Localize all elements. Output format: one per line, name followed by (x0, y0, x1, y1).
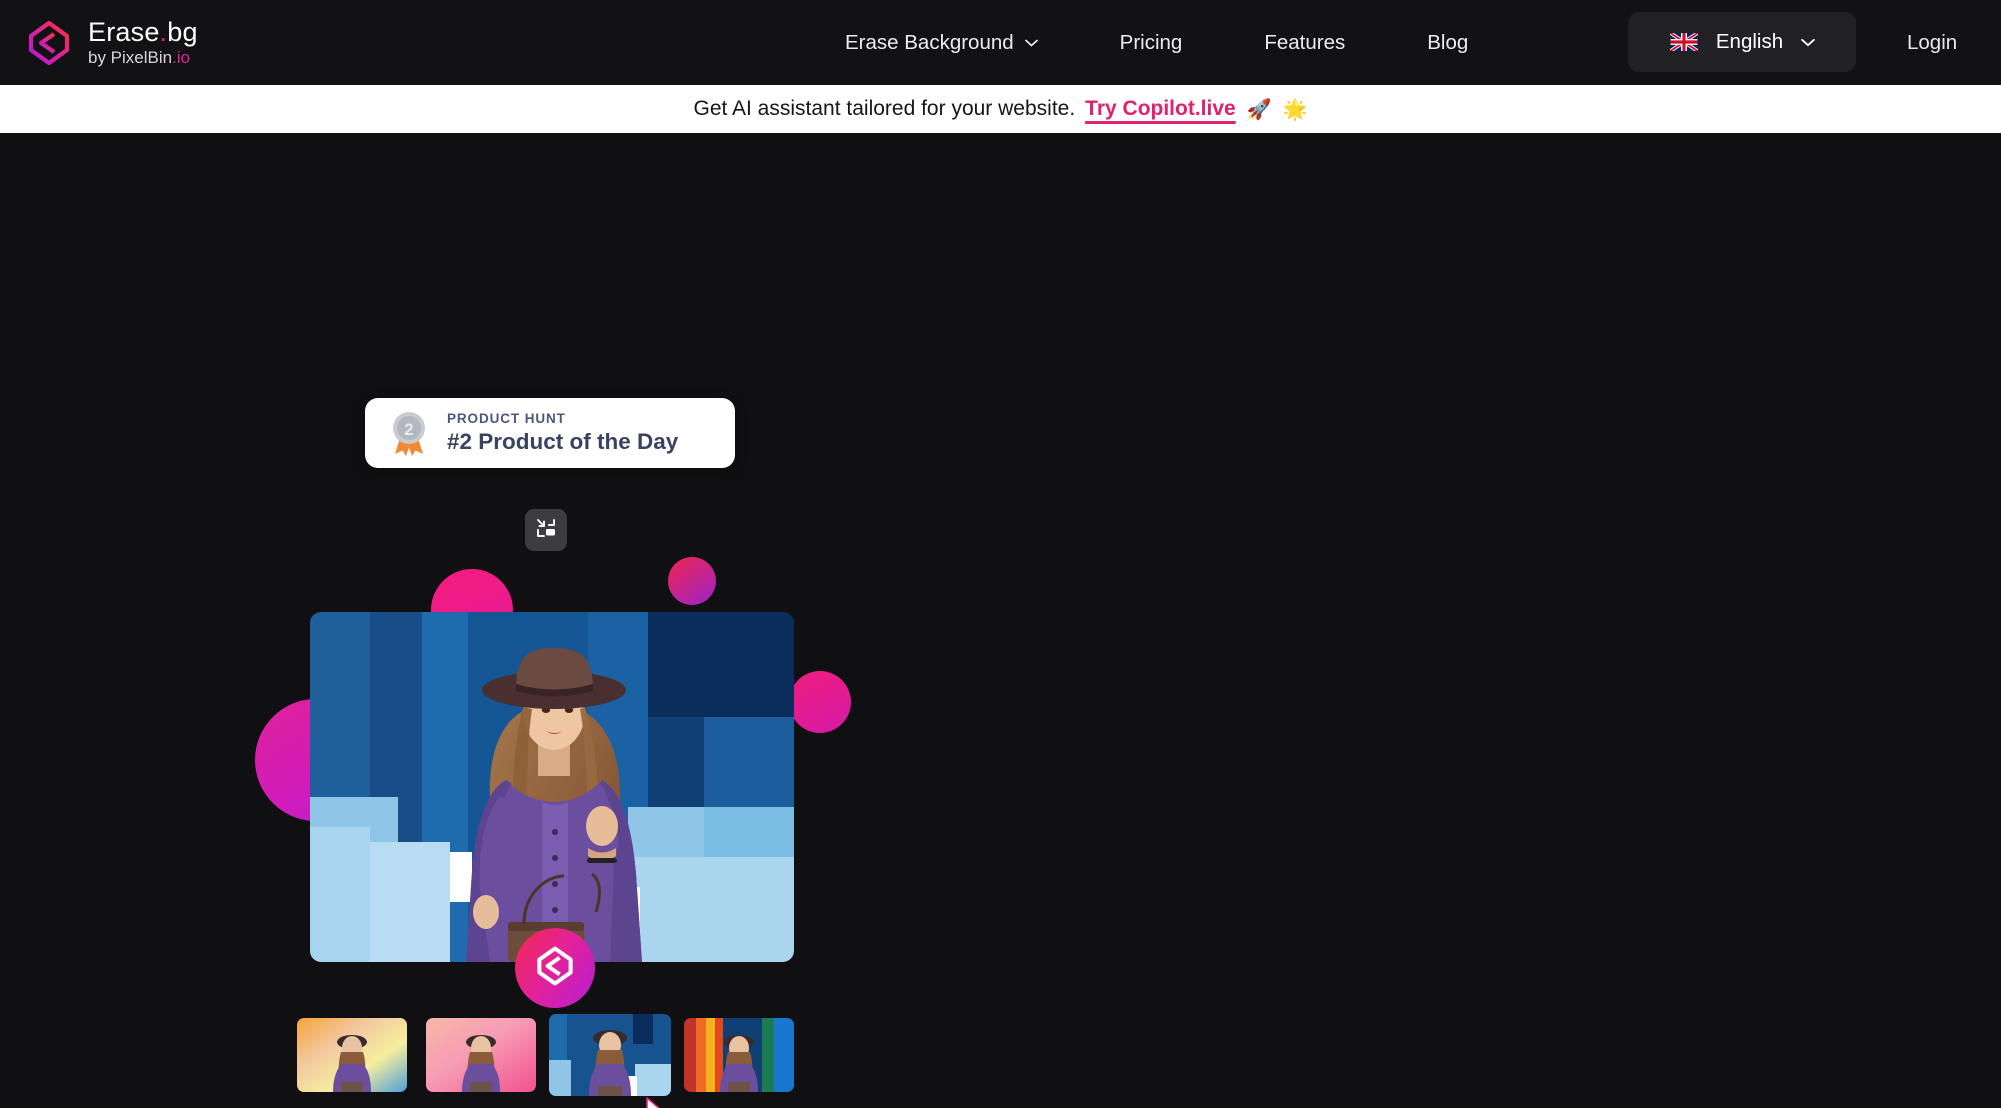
erasebg-logo-badge (515, 928, 595, 1008)
chevron-down-icon (1801, 38, 1815, 47)
promo-link-copilot[interactable]: Try Copilot.live (1085, 97, 1236, 121)
hero-copy-panel: Remove Background From Images For Free E… (1070, 133, 2001, 1108)
nav-item-features[interactable]: Features (1264, 31, 1345, 55)
site-header: Erase.bg by PixelBin.io Erase Background… (0, 0, 2001, 85)
thumbnail-sunset-gradient[interactable] (297, 1018, 407, 1092)
product-hunt-kicker: PRODUCT HUNT (447, 411, 566, 427)
erasebg-logo-icon (532, 943, 578, 994)
medal-icon: 2 (387, 410, 431, 456)
erasebg-logo-icon (24, 18, 74, 68)
decor-blob-pink-right (789, 671, 851, 733)
hero-section: 2 PRODUCT HUNT #2 Product of the Day (0, 133, 2001, 1108)
main-nav: Erase Background Pricing Features Blog (845, 0, 1468, 85)
brand-logo[interactable]: Erase.bg by PixelBin.io (24, 18, 198, 68)
thumbnail-blue-blocks[interactable] (549, 1014, 671, 1096)
product-hunt-title: #2 Product of the Day (447, 428, 679, 454)
brand-title: Erase.bg (88, 17, 198, 48)
language-selector[interactable]: English (1628, 12, 1856, 72)
nav-item-erase-background[interactable]: Erase Background (845, 31, 1038, 55)
thumbnail-strip (297, 1014, 813, 1096)
hero-preview-panel: 2 PRODUCT HUNT #2 Product of the Day (0, 133, 1070, 1108)
sparkle-icon: 🌟 (1282, 98, 1308, 121)
united-kingdom-flag-icon (1669, 31, 1699, 53)
language-label: English (1715, 30, 1784, 53)
product-hunt-badge[interactable]: 2 PRODUCT HUNT #2 Product of the Day (365, 398, 735, 468)
nav-label: Erase Background (845, 30, 1014, 54)
brand-text: Erase.bg by PixelBin.io (88, 18, 198, 66)
login-label: Login (1907, 30, 1958, 54)
chevron-down-icon (1024, 39, 1038, 47)
thumbnail-colorful-abstract[interactable] (684, 1018, 794, 1092)
product-hunt-texts: PRODUCT HUNT #2 Product of the Day (447, 411, 678, 454)
svg-text:2: 2 (404, 420, 413, 439)
preview-image[interactable] (310, 612, 794, 962)
nav-item-blog[interactable]: Blog (1427, 31, 1468, 55)
promo-text: Get AI assistant tailored for your websi… (693, 97, 1076, 120)
thumbnail-pink-gradient[interactable] (426, 1018, 536, 1092)
compress-icon-button[interactable] (525, 509, 567, 551)
rocket-icon: 🚀 (1246, 98, 1272, 121)
login-button[interactable]: Login (1907, 0, 1957, 85)
decor-blob-small-top (668, 557, 716, 605)
nav-label: Features (1264, 30, 1346, 54)
promo-banner: Get AI assistant tailored for your websi… (0, 85, 2001, 133)
nav-item-pricing[interactable]: Pricing (1120, 31, 1183, 55)
mouse-cursor (644, 1096, 678, 1108)
nav-label: Blog (1427, 30, 1469, 54)
nav-label: Pricing (1119, 30, 1183, 54)
brand-subtitle: by PixelBin.io (88, 47, 191, 67)
compress-icon (534, 516, 558, 545)
